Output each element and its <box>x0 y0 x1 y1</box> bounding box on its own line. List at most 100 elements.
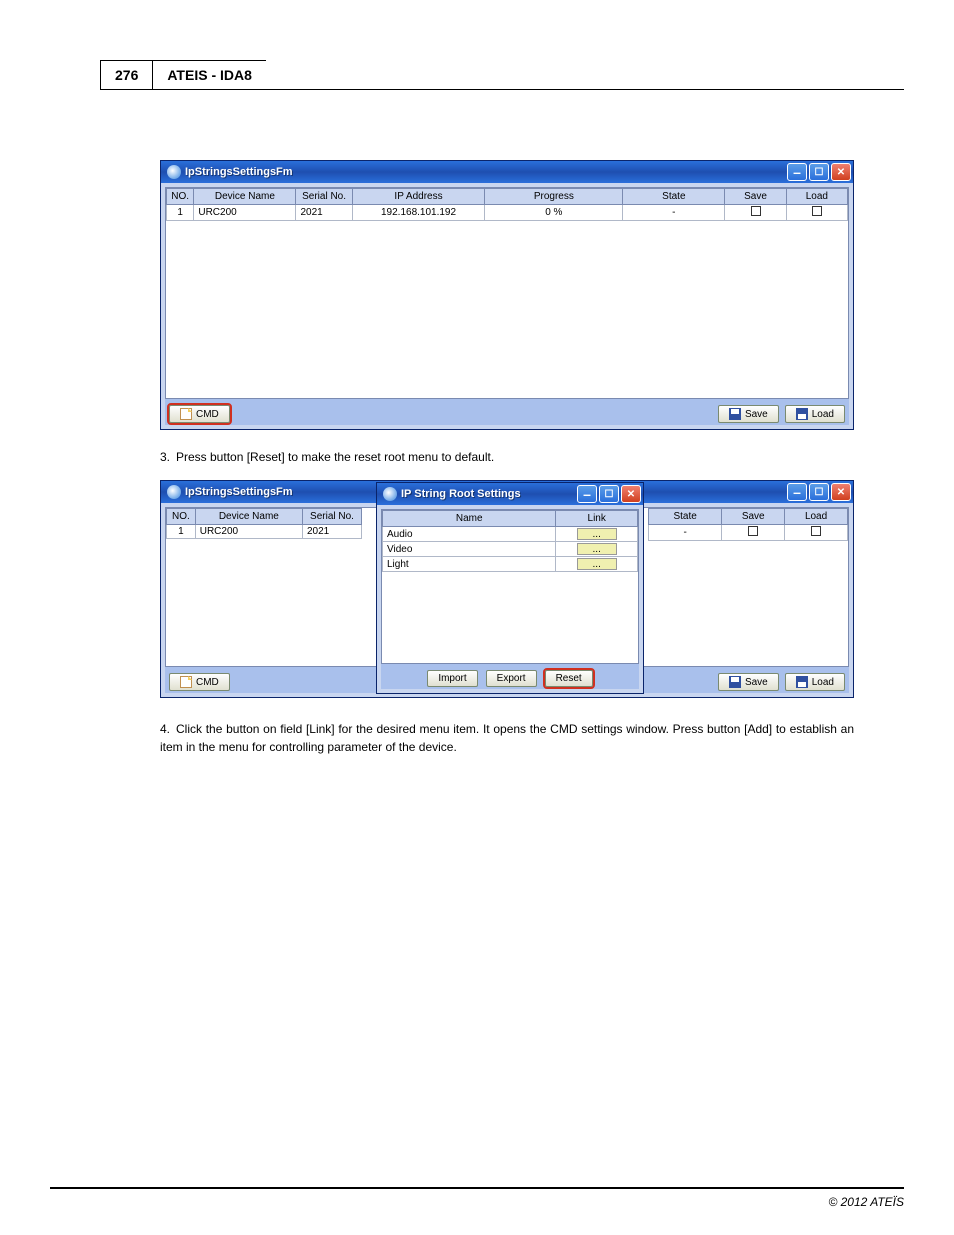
maximize-button[interactable] <box>599 485 619 503</box>
reset-button[interactable]: Reset <box>545 670 593 687</box>
minimize-button[interactable] <box>577 485 597 503</box>
window-titlebar: IpStringsSettingsFm <box>161 161 853 183</box>
cell-link: ... <box>556 542 638 557</box>
save-checkbox[interactable] <box>751 206 761 216</box>
cell-save <box>725 205 786 221</box>
cell-save <box>722 525 785 541</box>
cmd-button[interactable]: CMD <box>169 405 230 423</box>
cell-device-name: URC200 <box>194 205 296 221</box>
app-icon <box>167 485 181 499</box>
close-button[interactable] <box>831 483 851 501</box>
instruction-4: 4.Click the button on field [Link] for t… <box>160 720 854 756</box>
save-label: Save <box>745 677 768 688</box>
window-titlebar: IP String Root Settings <box>377 483 643 505</box>
cell-state: - <box>623 205 725 221</box>
page-number: 276 <box>100 60 153 90</box>
note-icon <box>180 676 192 688</box>
cell-serial-no: 2021 <box>302 525 361 539</box>
table-row[interactable]: 1 URC200 2021 <box>167 525 362 539</box>
load-icon <box>796 676 808 688</box>
minimize-button[interactable] <box>787 163 807 181</box>
load-checkbox[interactable] <box>811 526 821 536</box>
footer-divider <box>50 1187 904 1189</box>
cell-link: ... <box>556 557 638 572</box>
col-device-name[interactable]: Device Name <box>194 189 296 205</box>
cell-name: Video <box>383 542 556 557</box>
col-no[interactable]: NO. <box>167 509 196 525</box>
cell-ip: 192.168.101.192 <box>352 205 485 221</box>
save-button[interactable]: Save <box>718 673 779 691</box>
col-ip-address[interactable]: IP Address <box>352 189 485 205</box>
close-button[interactable] <box>831 163 851 181</box>
load-checkbox[interactable] <box>812 206 822 216</box>
col-save[interactable]: Save <box>722 509 785 525</box>
minimize-button[interactable] <box>787 483 807 501</box>
doc-title: ATEIS - IDA8 <box>153 60 266 90</box>
col-serial-no[interactable]: Serial No. <box>296 189 352 205</box>
link-button[interactable]: ... <box>577 558 617 570</box>
instruction-3: 3.Press button [Reset] to make the reset… <box>160 448 854 466</box>
col-state[interactable]: State <box>649 509 722 525</box>
ip-strings-settings-window: IpStringsSettingsFm NO. Device Name Seri… <box>160 160 854 430</box>
export-label: Export <box>497 673 526 684</box>
col-save[interactable]: Save <box>725 189 786 205</box>
load-button[interactable]: Load <box>785 405 845 423</box>
col-name[interactable]: Name <box>383 511 556 527</box>
col-state[interactable]: State <box>623 189 725 205</box>
close-button[interactable] <box>621 485 641 503</box>
cmd-button[interactable]: CMD <box>169 673 230 691</box>
save-button[interactable]: Save <box>718 405 779 423</box>
window-title: IP String Root Settings <box>401 488 575 500</box>
save-icon <box>729 676 741 688</box>
window-title: IpStringsSettingsFm <box>185 166 785 178</box>
maximize-button[interactable] <box>809 483 829 501</box>
load-button[interactable]: Load <box>785 673 845 691</box>
app-icon <box>383 487 397 501</box>
table-row[interactable]: 1 URC200 2021 192.168.101.192 0 % - <box>167 205 848 221</box>
save-label: Save <box>745 409 768 420</box>
load-icon <box>796 408 808 420</box>
cell-load <box>786 205 847 221</box>
table-row[interactable]: - <box>649 525 848 541</box>
reset-label: Reset <box>556 673 582 684</box>
app-icon <box>167 165 181 179</box>
table-row[interactable]: Video ... <box>383 542 638 557</box>
cell-name: Light <box>383 557 556 572</box>
cell-device-name: URC200 <box>195 525 302 539</box>
cell-no: 1 <box>167 205 194 221</box>
note-icon <box>180 408 192 420</box>
export-button[interactable]: Export <box>486 670 537 687</box>
device-grid: NO. Device Name Serial No. IP Address Pr… <box>165 187 849 399</box>
col-load[interactable]: Load <box>786 189 847 205</box>
table-row[interactable]: Light ... <box>383 557 638 572</box>
save-checkbox[interactable] <box>748 526 758 536</box>
bottom-toolbar: CMD Save Load <box>165 399 849 425</box>
bottom-toolbar: Import Export Reset <box>381 664 639 689</box>
footer-copyright: © 2012 ATEÏS <box>828 1195 904 1209</box>
col-link[interactable]: Link <box>556 511 638 527</box>
maximize-button[interactable] <box>809 163 829 181</box>
load-label: Load <box>812 677 834 688</box>
col-load[interactable]: Load <box>785 509 848 525</box>
root-items-grid: Name Link Audio ... Video <box>381 509 639 664</box>
import-label: Import <box>438 673 466 684</box>
table-row[interactable]: Audio ... <box>383 527 638 542</box>
link-button[interactable]: ... <box>577 543 617 555</box>
cmd-label: CMD <box>196 409 219 420</box>
cell-no: 1 <box>167 525 196 539</box>
col-device-name[interactable]: Device Name <box>195 509 302 525</box>
col-serial-no[interactable]: Serial No. <box>302 509 361 525</box>
cell-serial-no: 2021 <box>296 205 352 221</box>
cell-name: Audio <box>383 527 556 542</box>
import-button[interactable]: Import <box>427 670 477 687</box>
ip-string-root-settings-window: IP String Root Settings Name Link <box>376 482 644 694</box>
col-progress[interactable]: Progress <box>485 189 623 205</box>
load-label: Load <box>812 409 834 420</box>
save-icon <box>729 408 741 420</box>
cell-state: - <box>649 525 722 541</box>
cell-link: ... <box>556 527 638 542</box>
cell-progress: 0 % <box>485 205 623 221</box>
link-button[interactable]: ... <box>577 528 617 540</box>
cell-load <box>785 525 848 541</box>
col-no[interactable]: NO. <box>167 189 194 205</box>
